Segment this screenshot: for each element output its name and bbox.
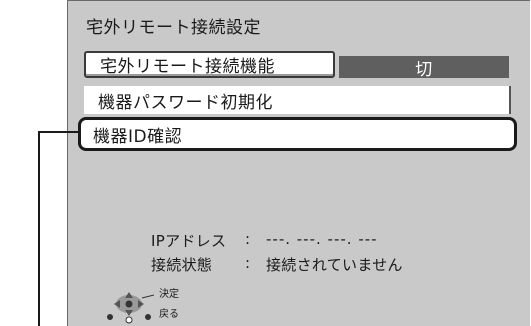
manual-illustration: 宅外リモート接続設定 宅外リモート接続機能 切 機器パスワード初期化 機器ID確…: [0, 0, 531, 326]
connection-status-label: 接続状態: [151, 256, 213, 274]
status-colon: :: [245, 254, 251, 272]
device-id-confirm-menu-item[interactable]: 機器ID確認: [78, 117, 517, 151]
password-reset-label: 機器パスワード初期化: [98, 92, 273, 113]
callout-leader-horizontal: [38, 131, 80, 133]
settings-screen: [67, 0, 530, 326]
device-id-confirm-label: 機器ID確認: [93, 126, 183, 147]
remote-function-label: 宅外リモート接続機能: [100, 57, 275, 77]
nav-enter-label: 決定: [159, 289, 179, 300]
connection-status-value: 接続されていません: [266, 256, 403, 274]
password-reset-menu-item[interactable]: 機器パスワード初期化: [84, 86, 511, 114]
remote-dpad-icon: [107, 292, 154, 324]
remote-function-value[interactable]: 切: [339, 56, 509, 80]
ip-address-label: IPアドレス: [151, 232, 227, 250]
page-title: 宅外リモート接続設定: [86, 18, 261, 38]
remote-function-menu-item[interactable]: 宅外リモート接続機能: [84, 51, 335, 78]
remote-function-value-text: 切: [415, 59, 433, 80]
ip-address-value: ---. ---. ---. ---: [266, 230, 378, 248]
ip-colon: :: [245, 230, 251, 248]
callout-leader-vertical: [38, 131, 40, 326]
nav-back-label: 戻る: [159, 309, 179, 320]
